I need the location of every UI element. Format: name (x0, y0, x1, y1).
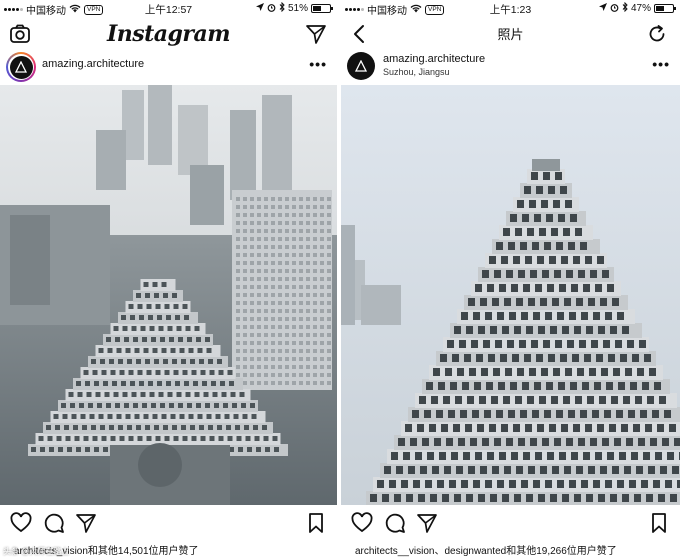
direct-message-icon[interactable] (305, 23, 327, 45)
refresh-icon[interactable] (646, 23, 668, 45)
alarm-icon (610, 3, 619, 15)
post-location[interactable]: Suzhou, Jiangsu (383, 67, 450, 77)
status-bar: 中国移动 VPN 上午12:57 51% (0, 0, 337, 17)
left-screenshot: 中国移动 VPN 上午12:57 51% Instagram amazing.a… (0, 0, 337, 559)
top-navigation: 照片 (341, 17, 680, 51)
post-action-bar (341, 512, 680, 538)
heart-icon[interactable] (10, 512, 32, 534)
battery-icon (311, 4, 333, 13)
share-icon[interactable] (416, 512, 438, 534)
page-title: 照片 (497, 27, 524, 42)
battery-percent: 51% (287, 3, 308, 14)
top-navigation: Instagram (0, 17, 337, 51)
watermark: 头条 @大师在路上 (3, 547, 70, 556)
likes-text[interactable]: architects__vision、designwanted和其他19,266… (355, 542, 617, 557)
heart-icon[interactable] (351, 512, 373, 534)
more-options-icon[interactable]: ••• (652, 57, 670, 71)
post-username[interactable]: amazing.architecture (42, 58, 144, 70)
location-arrow-icon (255, 3, 264, 14)
more-options-icon[interactable]: ••• (309, 57, 327, 71)
comment-icon[interactable] (43, 512, 65, 534)
avatar[interactable] (6, 52, 36, 82)
post-action-bar (0, 512, 337, 538)
battery-percent: 47% (630, 3, 651, 14)
post-username[interactable]: amazing.architecture (383, 53, 485, 65)
right-screenshot: 中国移动 VPN 上午1:23 47% 照片 amazing.architect… (341, 0, 680, 559)
bluetooth-icon (622, 1, 628, 15)
post-photo[interactable] (341, 85, 680, 505)
alarm-icon (267, 3, 276, 15)
post-header: amazing.architecture ••• (0, 51, 337, 85)
instagram-logo: Instagram (106, 21, 231, 47)
avatar[interactable] (347, 52, 375, 80)
battery-icon (654, 4, 676, 13)
bookmark-icon[interactable] (305, 512, 327, 534)
bookmark-icon[interactable] (648, 512, 670, 534)
comment-icon[interactable] (384, 512, 406, 534)
status-bar: 中国移动 VPN 上午1:23 47% (341, 0, 680, 17)
post-header: amazing.architecture Suzhou, Jiangsu ••• (341, 51, 680, 85)
share-icon[interactable] (75, 512, 97, 534)
bluetooth-icon (279, 1, 285, 15)
location-arrow-icon (598, 3, 607, 14)
post-photo[interactable] (0, 85, 337, 505)
